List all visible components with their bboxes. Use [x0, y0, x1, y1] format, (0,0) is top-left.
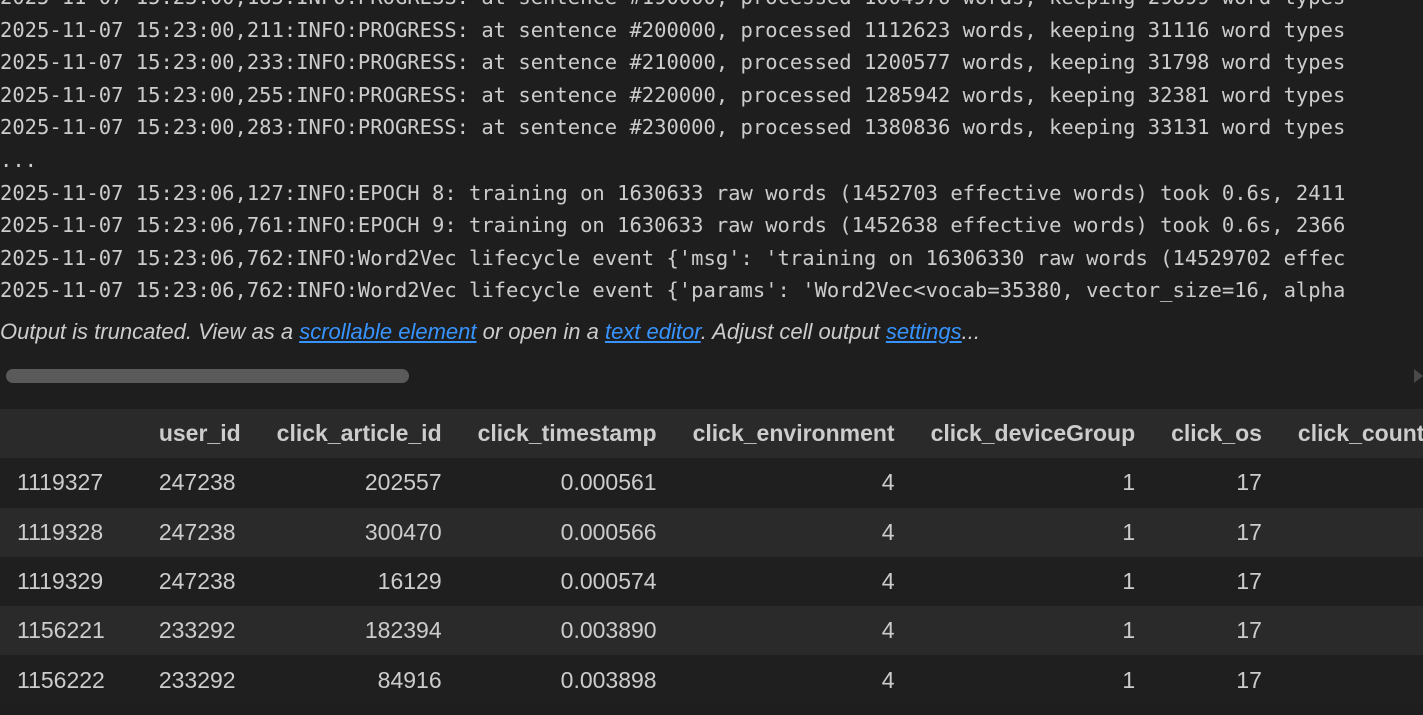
truncated-text: Output is truncated. View as a — [0, 319, 300, 344]
scrollable-element-link[interactable]: scrollable element — [299, 319, 476, 344]
text-editor-link[interactable]: text editor — [605, 319, 701, 344]
row-index: 1119327 — [17, 469, 104, 496]
truncated-text: or open in a — [476, 319, 605, 344]
cell-click-article-id: 202557 — [364, 469, 442, 496]
cell-click-os: 17 — [1236, 469, 1262, 496]
cell-click-devicegroup: 1 — [1122, 518, 1136, 545]
log-line: 2025-11-07 15:23:00,211:INFO:PROGRESS: a… — [0, 17, 1346, 42]
table-row: 1156221 233292 182394 0.003890 4 1 17 1 — [0, 606, 1423, 656]
dataframe-table: user_id click_article_id click_timestamp… — [0, 409, 1423, 705]
log-line: 2025-11-07 15:23:06,761:INFO:EPOCH 9: tr… — [0, 213, 1346, 238]
cell-click-os: 17 — [1236, 568, 1262, 595]
cell-click-country: 1 — [1280, 508, 1423, 557]
cell-click-devicegroup: 1 — [1122, 469, 1136, 496]
truncated-text: ... — [961, 319, 980, 344]
log-line: 2025-11-07 15:23:00,233:INFO:PROGRESS: a… — [0, 50, 1346, 75]
cell-user-id: 247238 — [158, 469, 236, 496]
cell-click-timestamp: 0.000561 — [560, 469, 657, 496]
cell-click-devicegroup: 1 — [1122, 666, 1136, 693]
cell-click-country: 1 — [1280, 557, 1423, 606]
column-header-user-id: user_id — [140, 409, 259, 459]
log-ellipsis: ... — [0, 147, 38, 172]
column-header-click-timestamp: click_timestamp — [459, 409, 675, 459]
cell-click-os: 17 — [1236, 666, 1262, 693]
cell-click-country: 1 — [1280, 655, 1423, 704]
cell-user-id: 233292 — [158, 666, 236, 693]
row-index: 1119329 — [17, 568, 104, 595]
log-line: 2025-11-07 15:23:00,185:INFO:PROGRESS: a… — [0, 0, 1423, 14]
row-index: 1156221 — [17, 617, 105, 644]
horizontal-scrollbar-thumb[interactable] — [6, 369, 409, 383]
cell-click-os: 17 — [1236, 617, 1262, 644]
cell-click-os: 17 — [1236, 518, 1262, 545]
column-header-click-os: click_os — [1153, 409, 1280, 459]
table-row: 1119328 247238 300470 0.000566 4 1 17 1 — [0, 507, 1423, 557]
log-output: 2025-11-07 15:23:00,185:INFO:PROGRESS: a… — [0, 0, 1423, 307]
log-line: 2025-11-07 15:23:00,255:INFO:PROGRESS: a… — [0, 82, 1346, 107]
log-line: 2025-11-07 15:23:06,127:INFO:EPOCH 8: tr… — [0, 180, 1346, 205]
notebook-output-area: 2025-11-07 15:23:00,185:INFO:PROGRESS: a… — [0, 0, 1423, 715]
cell-click-timestamp: 0.003898 — [560, 666, 657, 693]
cell-click-timestamp: 0.003890 — [560, 617, 657, 644]
cell-click-article-id: 84916 — [377, 666, 442, 693]
cell-click-country: 1 — [1280, 458, 1423, 507]
column-header-index — [0, 409, 141, 459]
cell-user-id: 247238 — [158, 568, 236, 595]
cell-click-timestamp: 0.000566 — [560, 518, 657, 545]
cell-click-devicegroup: 1 — [1122, 617, 1136, 644]
table-row: 1156222 233292 84916 0.003898 4 1 17 1 — [0, 655, 1423, 705]
log-line: 2025-11-07 15:23:06,762:INFO:Word2Vec li… — [0, 278, 1346, 303]
cell-click-environment: 4 — [881, 518, 895, 545]
settings-link[interactable]: settings — [886, 319, 962, 344]
cell-click-article-id: 182394 — [364, 617, 442, 644]
cell-click-article-id: 300470 — [364, 518, 442, 545]
scroll-right-arrow-icon[interactable] — [1414, 369, 1423, 383]
cell-click-environment: 4 — [881, 568, 895, 595]
truncated-text: . Adjust cell output — [700, 319, 886, 344]
table-row: 1119327 247238 202557 0.000561 4 1 17 1 — [0, 458, 1423, 508]
output-truncated-notice: Output is truncated. View as a scrollabl… — [0, 316, 980, 348]
cell-user-id: 247238 — [158, 518, 236, 545]
cell-click-devicegroup: 1 — [1122, 568, 1136, 595]
cell-click-environment: 4 — [881, 469, 895, 496]
cell-click-environment: 4 — [881, 617, 895, 644]
column-header-click-article-id: click_article_id — [258, 409, 460, 459]
row-index: 1156222 — [17, 666, 105, 693]
cell-click-timestamp: 0.000574 — [560, 568, 657, 595]
log-line: 2025-11-07 15:23:06,762:INFO:Word2Vec li… — [0, 245, 1346, 270]
log-line: 2025-11-07 15:23:00,283:INFO:PROGRESS: a… — [0, 115, 1346, 140]
cell-user-id: 233292 — [158, 617, 236, 644]
column-header-click-devicegroup: click_deviceGroup — [912, 409, 1154, 459]
table-row: 1119329 247238 16129 0.000574 4 1 17 1 — [0, 556, 1423, 607]
cell-click-environment: 4 — [881, 666, 895, 693]
cell-click-country: 1 — [1280, 606, 1423, 655]
column-header-click-country: click_country — [1279, 409, 1423, 459]
column-header-click-environment: click_environment — [674, 409, 913, 459]
table-header-row: user_id click_article_id click_timestamp… — [0, 409, 1423, 459]
row-index: 1119328 — [17, 518, 104, 545]
cell-click-article-id: 16129 — [377, 568, 442, 595]
